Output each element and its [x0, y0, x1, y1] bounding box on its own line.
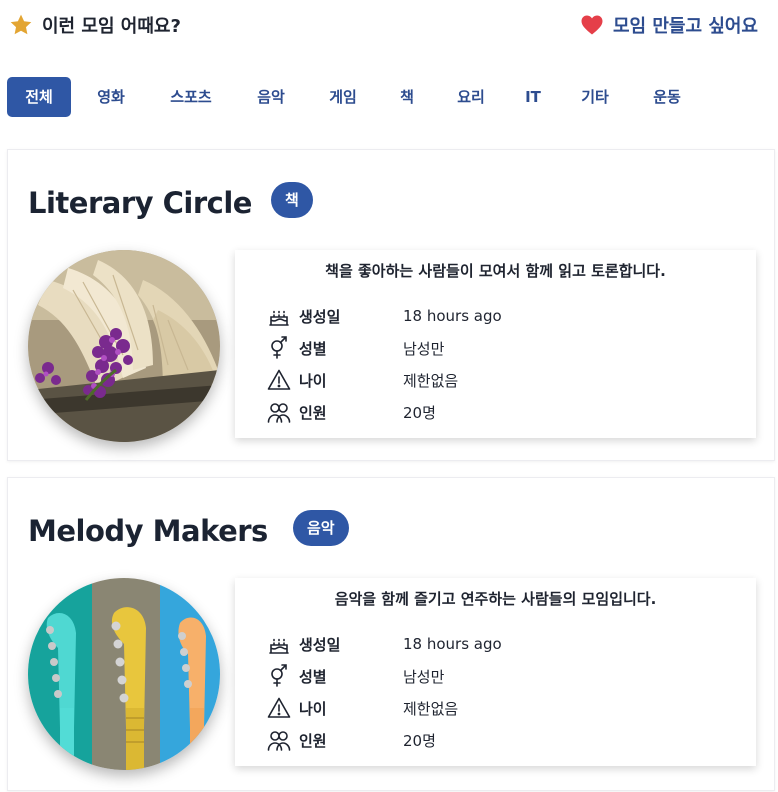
info-row-created: 생성일 18 hours ago — [267, 303, 502, 329]
info-row-members: 인원 20명 — [267, 727, 436, 753]
age-value: 제한없음 — [403, 699, 459, 718]
info-row-gender: 성별 남성만 — [267, 663, 444, 689]
category-badge: 음악 — [293, 510, 349, 546]
guitar-headstocks-image — [28, 578, 220, 770]
members-value: 20명 — [403, 403, 436, 422]
tab-sports[interactable]: 스포츠 — [153, 77, 229, 117]
members-value: 20명 — [403, 731, 436, 750]
created-label: 생성일 — [299, 635, 341, 654]
warning-icon — [267, 369, 291, 390]
create-group-button[interactable]: 모임 만들고 싶어요 — [580, 12, 758, 38]
tab-book[interactable]: 책 — [383, 77, 431, 117]
users-icon — [267, 403, 291, 423]
tab-cooking[interactable]: 요리 — [439, 77, 503, 117]
page-heading: 이런 모임 어때요? — [9, 12, 181, 38]
tab-music[interactable]: 음악 — [239, 77, 303, 117]
book-flowers-image — [28, 250, 220, 442]
warning-icon — [267, 697, 291, 718]
group-info-panel: 책을 좋아하는 사람들이 모여서 함께 읽고 토론합니다. 생성일 18 hou… — [235, 250, 756, 438]
tab-exercise[interactable]: 운동 — [635, 77, 699, 117]
members-label: 인원 — [299, 731, 327, 750]
group-image[interactable] — [28, 578, 220, 770]
star-icon — [10, 14, 32, 35]
gender-label: 성별 — [299, 667, 327, 686]
page-title: 이런 모임 어때요? — [42, 16, 181, 37]
created-label: 생성일 — [299, 307, 341, 326]
category-badge: 책 — [271, 182, 313, 218]
group-card[interactable]: Melody Makers 음악 음악을 함께 즐기고 연주하는 사람들의 모임… — [7, 477, 775, 791]
info-row-created: 생성일 18 hours ago — [267, 631, 502, 657]
users-icon — [267, 731, 291, 751]
info-row-age: 나이 제한없음 — [267, 695, 458, 721]
top-bar: 이런 모임 어때요? 모임 만들고 싶어요 — [0, 0, 778, 50]
age-value: 제한없음 — [403, 371, 459, 390]
create-group-label: 모임 만들고 싶어요 — [612, 16, 758, 37]
info-row-members: 인원 20명 — [267, 399, 436, 425]
created-value: 18 hours ago — [403, 307, 502, 325]
group-description: 음악을 함께 즐기고 연주하는 사람들의 모임입니다. — [334, 590, 657, 608]
info-row-age: 나이 제한없음 — [267, 367, 458, 393]
tab-it[interactable]: IT — [513, 77, 553, 117]
group-image[interactable] — [28, 250, 220, 442]
heart-icon — [581, 15, 603, 35]
tab-etc[interactable]: 기타 — [563, 77, 627, 117]
group-title[interactable]: Melody Makers — [28, 514, 268, 548]
tab-all[interactable]: 전체 — [7, 77, 71, 117]
cake-icon — [269, 638, 289, 654]
created-value: 18 hours ago — [403, 635, 502, 653]
gender-icon — [271, 664, 287, 687]
gender-value: 남성만 — [403, 667, 445, 686]
group-info-panel: 음악을 함께 즐기고 연주하는 사람들의 모임입니다. 생성일 18 hours… — [235, 578, 756, 766]
group-card[interactable]: Literary Circle 책 책을 좋아하는 사람들이 모여서 함께 읽고… — [7, 149, 775, 461]
age-label: 나이 — [299, 699, 327, 718]
tab-game[interactable]: 게임 — [311, 77, 375, 117]
info-row-gender: 성별 남성만 — [267, 335, 444, 361]
gender-value: 남성만 — [403, 339, 445, 358]
cake-icon — [269, 310, 289, 326]
age-label: 나이 — [299, 371, 327, 390]
tab-movie[interactable]: 영화 — [79, 77, 143, 117]
group-description: 책을 좋아하는 사람들이 모여서 함께 읽고 토론합니다. — [325, 262, 666, 280]
gender-icon — [271, 336, 287, 359]
members-label: 인원 — [299, 403, 327, 422]
gender-label: 성별 — [299, 339, 327, 358]
group-title[interactable]: Literary Circle — [28, 186, 252, 220]
